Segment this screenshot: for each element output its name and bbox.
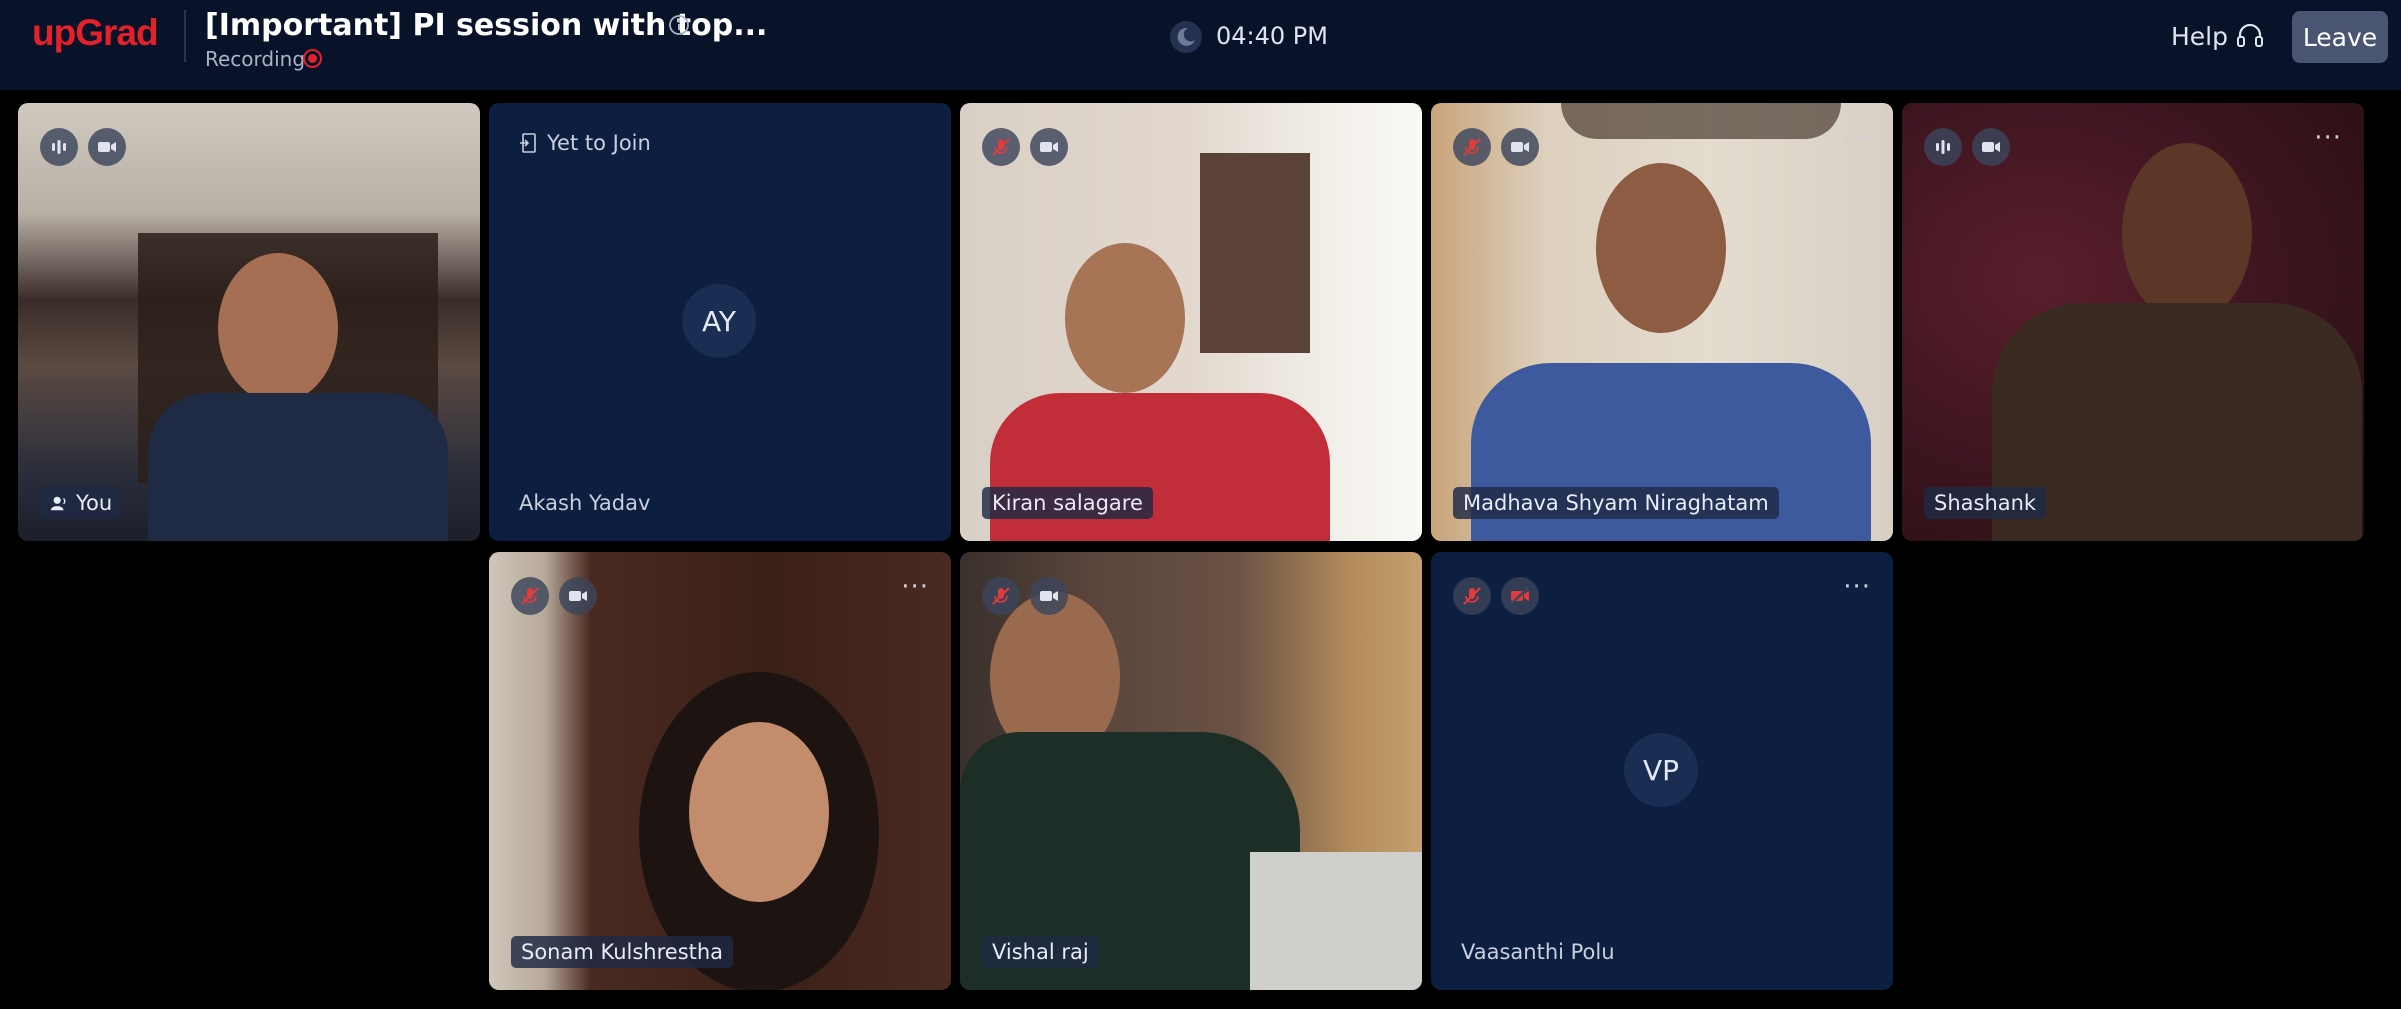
mic-muted-icon: [1463, 138, 1481, 156]
audio-level-icon: [52, 140, 66, 154]
video-camera-icon: [569, 591, 587, 601]
participant-tile-madhava-shyam-niraghatam[interactable]: ··· Madhava Shyam Niraghatam: [1431, 103, 1893, 541]
participant-name: You: [76, 491, 113, 515]
avatar: VP: [1624, 733, 1698, 807]
more-options-icon[interactable]: ···: [901, 572, 929, 602]
participant-name-tag: Shashank: [1924, 487, 2047, 519]
video-camera-icon: [1040, 142, 1058, 152]
audio-level-button[interactable]: [40, 128, 78, 166]
participant-tile-kiran-salagare[interactable]: Kiran salagare: [960, 103, 1422, 541]
camera-toggle-button[interactable]: [559, 577, 597, 615]
participant-name-tag: Vishal raj: [982, 936, 1099, 968]
camera-toggle-button[interactable]: [1030, 128, 1068, 166]
video-off-icon: [1510, 587, 1529, 605]
participant-tile-vaasanthi-polu[interactable]: ··· VP Vaasanthi Polu: [1431, 552, 1893, 990]
participant-face: [2122, 143, 2252, 323]
camera-toggle-button[interactable]: [88, 128, 126, 166]
participant-name: Akash Yadav: [519, 491, 651, 515]
mic-status-button[interactable]: [1453, 577, 1491, 615]
upgrad-logo: upGrad: [32, 12, 159, 53]
participant-name: Kiran salagare: [992, 491, 1143, 515]
participant-face: [1596, 163, 1726, 333]
participant-body: [1992, 303, 2362, 541]
mic-status-button[interactable]: [1453, 128, 1491, 166]
doorway: [1200, 153, 1310, 353]
recording-label: Recording: [205, 47, 306, 71]
avatar: AY: [682, 284, 756, 358]
mic-status-button[interactable]: [511, 577, 549, 615]
join-status-label: Yet to Join: [547, 131, 651, 155]
meeting-header: upGrad [Important] PI session with top..…: [0, 0, 2401, 90]
audio-level-button[interactable]: [1924, 128, 1962, 166]
door-enter-icon: [520, 133, 536, 153]
more-options-icon[interactable]: ···: [1843, 572, 1871, 602]
more-options-icon[interactable]: ···: [2314, 123, 2342, 153]
participant-name-tag: Madhava Shyam Niraghatam: [1453, 487, 1779, 519]
more-options-icon[interactable]: ···: [1843, 123, 1871, 153]
mic-status-button[interactable]: [982, 128, 1020, 166]
participant-face: [689, 722, 829, 902]
video-camera-icon: [1511, 142, 1529, 152]
camera-toggle-button[interactable]: [1972, 128, 2010, 166]
participant-tile-vishal-raj[interactable]: Vishal raj: [960, 552, 1422, 990]
mic-muted-icon: [992, 587, 1010, 605]
record-dot-icon: [303, 49, 322, 68]
participant-tile-sonam-kulshrestha[interactable]: ··· Sonam Kulshrestha: [489, 552, 951, 990]
header-divider: [184, 10, 186, 62]
participant-name: Vaasanthi Polu: [1461, 940, 1615, 964]
participant-body: [148, 393, 448, 541]
mic-muted-icon: [992, 138, 1010, 156]
video-camera-icon: [98, 142, 116, 152]
participant-face: [1065, 243, 1185, 393]
speaking-user-icon: [50, 496, 66, 511]
camera-toggle-button[interactable]: [1501, 128, 1539, 166]
camera-toggle-button[interactable]: [1501, 577, 1539, 615]
participant-name-tag: Kiran salagare: [982, 487, 1153, 519]
join-status: Yet to Join: [519, 131, 651, 155]
mic-muted-icon: [1463, 587, 1481, 605]
mic-status-button[interactable]: [982, 577, 1020, 615]
leave-button[interactable]: Leave: [2292, 11, 2388, 63]
participant-name: Vishal raj: [992, 940, 1089, 964]
participant-name: Shashank: [1934, 491, 2037, 515]
camera-toggle-button[interactable]: [1030, 577, 1068, 615]
info-icon[interactable]: [668, 14, 690, 36]
meeting-clock: 04:40 PM: [1216, 22, 1328, 50]
participant-tile-you[interactable]: You: [18, 103, 480, 541]
participant-name-tag: You: [40, 487, 123, 519]
participant-face: [218, 253, 338, 403]
ceiling-fan: [1561, 103, 1841, 139]
participant-tile-akash-yadav[interactable]: Yet to Join AY Akash Yadav: [489, 103, 951, 541]
video-camera-icon: [1982, 142, 2000, 152]
participant-name: Sonam Kulshrestha: [521, 940, 724, 964]
clock-icon: [1170, 21, 1202, 53]
participant-name-tag: Sonam Kulshrestha: [511, 936, 734, 968]
video-camera-icon: [1040, 591, 1058, 601]
mic-muted-icon: [521, 587, 539, 605]
audio-level-icon: [1936, 140, 1950, 154]
participant-tile-shashank[interactable]: ··· Shashank: [1902, 103, 2364, 541]
headset-icon[interactable]: [2234, 20, 2266, 52]
desk: [1250, 852, 1422, 990]
participant-name: Madhava Shyam Niraghatam: [1463, 491, 1769, 515]
help-link[interactable]: Help: [2171, 22, 2228, 51]
